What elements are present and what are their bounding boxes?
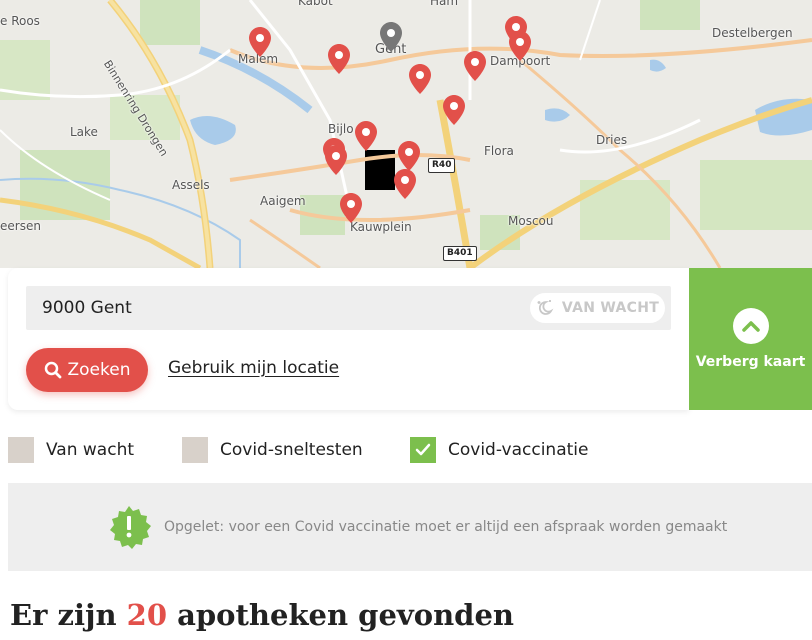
pharmacy-pin-icon[interactable] [394, 169, 416, 199]
pharmacy-pin-icon[interactable] [409, 64, 431, 94]
map-label-lake: Lake [70, 125, 98, 139]
map-label-ham: Ham [430, 0, 459, 8]
search-button[interactable]: Zoeken [26, 348, 148, 392]
filter-label: Van wacht [46, 440, 135, 460]
filter-label: Covid-vaccinatie [448, 440, 589, 460]
map-label-destelbergen: Destelbergen [712, 26, 793, 40]
map-label-de-roos: e Roos [0, 14, 40, 28]
filter-label: Covid-sneltesten [220, 440, 363, 460]
map-label-kabot: Kabot [298, 0, 333, 8]
pharmacy-pin-icon[interactable] [249, 27, 271, 57]
map-label-flora: Flora [484, 144, 514, 158]
map-label-bijloke: Bijlo [328, 122, 354, 136]
pharmacy-pin-icon[interactable] [509, 31, 531, 61]
map-label-moscou: Moscou [508, 214, 554, 228]
checkmark-icon [415, 443, 431, 456]
filter-van-wacht[interactable]: Van wacht [8, 437, 134, 463]
pharmacy-pin-icon[interactable] [340, 193, 362, 223]
pharmacy-pin-icon[interactable] [443, 95, 465, 125]
pharmacy-pin-icon[interactable] [398, 141, 420, 171]
van-wacht-toggle[interactable]: VAN WACHT [530, 293, 665, 323]
road-sign-b401: B401 [443, 246, 477, 261]
hide-map-label: Verberg kaart [695, 354, 806, 370]
moon-sparkle-icon [537, 300, 554, 315]
checkbox-checked[interactable] [410, 437, 436, 463]
city-center-pin-icon[interactable] [380, 22, 402, 52]
filter-bar: Van wacht Covid-sneltesten Covid-vaccina… [8, 437, 808, 465]
map-label-assels: Assels [172, 178, 210, 192]
pharmacy-finder-page: e Roos Kabot Ham Malem Gent Dampoort Des… [0, 0, 812, 640]
map[interactable]: e Roos Kabot Ham Malem Gent Dampoort Des… [0, 0, 812, 268]
van-wacht-label: VAN WACHT [561, 300, 660, 316]
results-count: 20 [126, 598, 167, 632]
covid-notice-banner: Opgelet: voor een Covid vaccinatie moet … [8, 483, 812, 571]
search-panel: 9000 Gent VAN WACHT Zoeken Gebruik mijn … [8, 268, 689, 410]
pharmacy-pin-icon[interactable] [464, 51, 486, 81]
search-button-label: Zoeken [67, 360, 131, 380]
filter-covid-sneltesten[interactable]: Covid-sneltesten [182, 437, 363, 463]
map-label-eersen: eersen [0, 219, 41, 233]
checkbox[interactable] [182, 437, 208, 463]
results-heading: Er zijn 20 apotheken gevonden [10, 598, 514, 632]
checkbox[interactable] [8, 437, 34, 463]
pharmacy-pin-icon[interactable] [325, 145, 347, 175]
pharmacy-pin-icon[interactable] [355, 121, 377, 151]
results-suffix: apotheken gevonden [167, 598, 514, 632]
map-label-aaigem: Aaigem [260, 194, 306, 208]
search-icon [44, 361, 61, 379]
pharmacy-pin-icon[interactable] [328, 44, 350, 74]
road-sign-r40: R40 [428, 158, 456, 173]
map-label-dries: Dries [596, 133, 628, 147]
chevron-up-icon [732, 308, 769, 344]
exclamation-badge-icon [110, 506, 151, 549]
hide-map-button[interactable]: Verberg kaart [689, 268, 812, 410]
notice-text: Opgelet: voor een Covid vaccinatie moet … [164, 519, 728, 535]
use-my-location-link[interactable]: Gebruik mijn locatie [168, 358, 339, 378]
results-prefix: Er zijn [10, 598, 127, 632]
filter-covid-vaccinatie[interactable]: Covid-vaccinatie [410, 437, 588, 463]
